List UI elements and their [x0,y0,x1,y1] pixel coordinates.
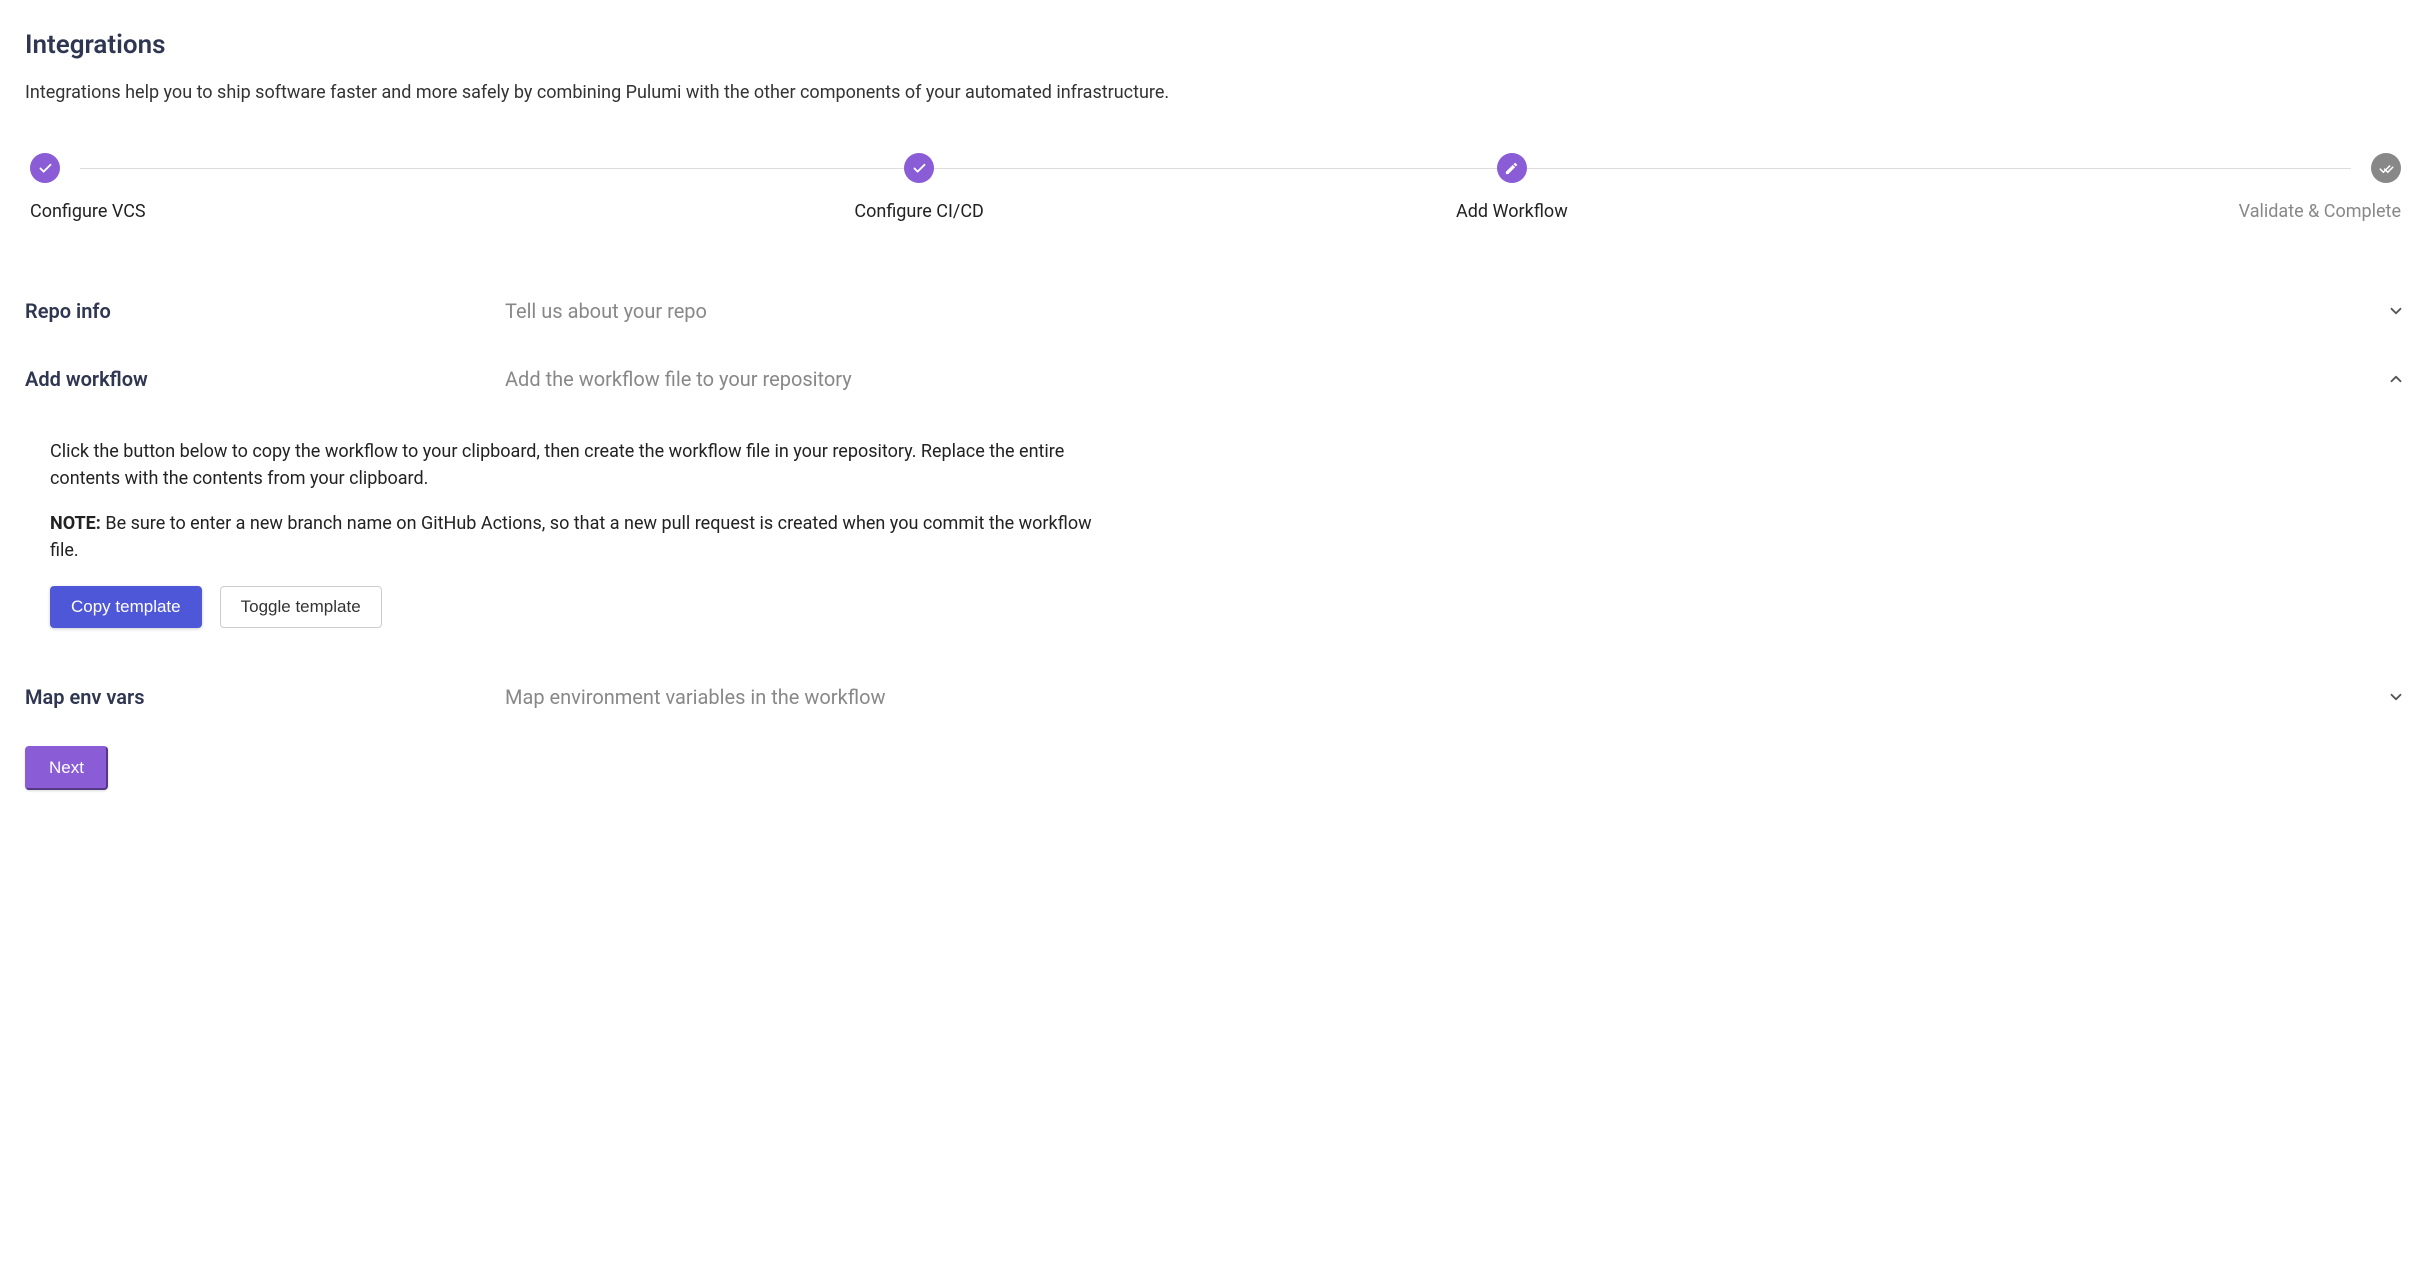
section-subtitle: Map environment variables in the workflo… [505,685,2386,709]
section-add-workflow[interactable]: Add workflow Add the workflow file to yo… [25,345,2406,413]
section-add-workflow-body: Click the button below to copy the workf… [25,413,1105,663]
step-add-workflow[interactable]: Add Workflow [1216,153,1809,222]
page-description: Integrations help you to ship software f… [25,82,2406,103]
step-label: Configure CI/CD [854,201,983,222]
double-check-icon [2371,153,2401,183]
chevron-up-icon [2386,370,2406,388]
copy-template-button[interactable]: Copy template [50,586,202,628]
step-label: Configure VCS [30,201,146,222]
section-map-env-vars[interactable]: Map env vars Map environment variables i… [25,663,2406,731]
wizard-stepper: Configure VCS Configure CI/CD Add Workfl… [25,153,2406,222]
step-configure-cicd[interactable]: Configure CI/CD [623,153,1216,222]
section-subtitle: Tell us about your repo [505,299,2386,323]
chevron-down-icon [2386,302,2406,320]
section-repo-info[interactable]: Repo info Tell us about your repo [25,277,2406,345]
section-title: Map env vars [25,685,505,709]
section-title: Repo info [25,299,505,323]
step-configure-vcs[interactable]: Configure VCS [30,153,623,222]
pencil-icon [1497,153,1527,183]
note-body: Be sure to enter a new branch name on Gi… [50,513,1092,561]
note-label: NOTE: [50,513,101,534]
page-title: Integrations [25,30,2406,60]
step-label: Add Workflow [1456,201,1568,222]
check-icon [30,153,60,183]
chevron-down-icon [2386,688,2406,706]
step-validate-complete[interactable]: Validate & Complete [1808,153,2401,222]
section-title: Add workflow [25,367,505,391]
workflow-button-row: Copy template Toggle template [50,586,1105,628]
wizard-footer: Next [25,746,2406,790]
section-subtitle: Add the workflow file to your repository [505,367,2386,391]
workflow-note-text: NOTE: Be sure to enter a new branch name… [50,510,1105,564]
next-button[interactable]: Next [25,746,108,790]
toggle-template-button[interactable]: Toggle template [220,586,382,628]
step-label: Validate & Complete [2239,201,2401,222]
workflow-instruction-text: Click the button below to copy the workf… [50,438,1105,492]
check-icon [904,153,934,183]
